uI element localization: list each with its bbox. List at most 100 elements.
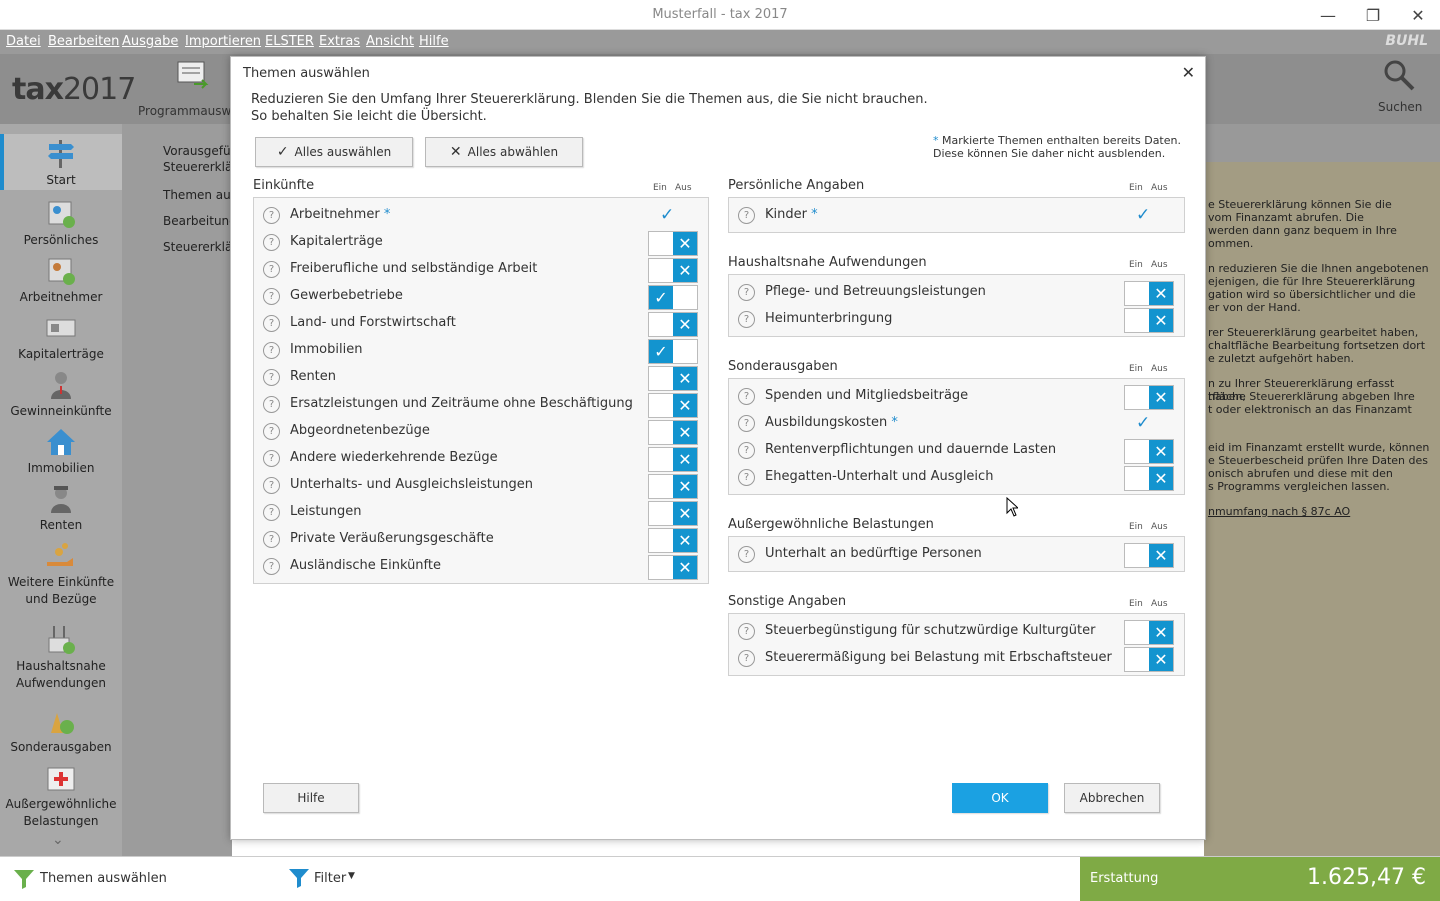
help-icon[interactable]: ? xyxy=(263,288,280,305)
help-icon[interactable]: ? xyxy=(738,388,755,405)
menu-elster[interactable]: ELSTER xyxy=(265,34,314,49)
ein-aus-toggle[interactable]: ✕ xyxy=(1124,308,1174,333)
ein-aus-toggle[interactable]: ✕ xyxy=(648,258,698,283)
toggle-on-half[interactable] xyxy=(649,394,673,417)
menu-hilfe[interactable]: Hilfe xyxy=(419,34,449,49)
ein-aus-toggle[interactable]: ✕ xyxy=(1124,281,1174,306)
sidebar-item-weitere[interactable]: Weitere Einkünfte und Bezüge xyxy=(0,540,122,608)
ein-aus-toggle[interactable]: ✕ xyxy=(648,393,698,418)
menu-bearbeiten[interactable]: Bearbeiten xyxy=(48,34,119,49)
help-icon[interactable]: ? xyxy=(738,546,755,563)
sidebar-item-renten[interactable]: Renten xyxy=(0,483,122,534)
toggle-on-half[interactable] xyxy=(1125,621,1149,644)
program-button[interactable]: Programmausw xyxy=(138,58,234,120)
help-icon[interactable]: ? xyxy=(263,477,280,494)
ein-aus-toggle[interactable]: ✕ xyxy=(1124,647,1174,672)
help-icon[interactable]: ? xyxy=(738,442,755,459)
toggle-on-half[interactable] xyxy=(1125,282,1149,305)
check-icon[interactable]: ✓ xyxy=(649,340,673,363)
x-icon[interactable]: ✕ xyxy=(673,529,697,552)
x-icon[interactable]: ✕ xyxy=(673,313,697,336)
sidebar-item-kapitalertraege[interactable]: Kapitalerträge xyxy=(0,312,122,363)
menu-datei[interactable]: Datei xyxy=(6,34,41,49)
sidebar-item-aussergewoehnliche[interactable]: Außergewöhnliche Belastungen xyxy=(0,762,122,830)
restore-button[interactable]: ❐ xyxy=(1350,0,1396,30)
help-icon[interactable]: ? xyxy=(738,311,755,328)
ein-aus-toggle[interactable]: ✕ xyxy=(1124,543,1174,568)
sidebar-item-haushaltsnahe[interactable]: Haushaltsnahe Aufwendungen xyxy=(0,624,122,692)
help-icon[interactable]: ? xyxy=(263,261,280,278)
filter-button[interactable]: Filter xyxy=(314,871,346,886)
help-icon[interactable]: ? xyxy=(263,342,280,359)
sidebar-item-gewinneinkuenfte[interactable]: Gewinneinkünfte xyxy=(0,369,122,420)
toggle-on-half[interactable] xyxy=(649,502,673,525)
close-window-button[interactable]: ✕ xyxy=(1395,0,1440,30)
toggle-on-half[interactable] xyxy=(649,556,673,579)
x-icon[interactable]: ✕ xyxy=(1149,386,1173,409)
panel-item-vorausgefuellt[interactable]: Vorausgefü xyxy=(163,144,231,158)
toggle-on-half[interactable] xyxy=(649,448,673,471)
deselect-all-button[interactable]: ✕ Alles abwählen xyxy=(425,137,583,167)
x-icon[interactable]: ✕ xyxy=(673,448,697,471)
menu-importieren[interactable]: Importieren xyxy=(185,34,261,49)
ein-aus-toggle[interactable]: ✕ xyxy=(648,528,698,553)
toggle-on-half[interactable] xyxy=(649,529,673,552)
ein-aus-toggle[interactable]: ✕ xyxy=(1124,385,1174,410)
x-icon[interactable]: ✕ xyxy=(673,421,697,444)
ein-aus-toggle[interactable]: ✕ xyxy=(648,447,698,472)
chevron-down-icon[interactable]: ⌄ xyxy=(52,832,64,848)
themen-button[interactable]: Themen auswählen xyxy=(40,871,167,886)
toggle-on-half[interactable] xyxy=(1125,440,1149,463)
sidebar-item-arbeitnehmer[interactable]: Arbeitnehmer xyxy=(0,255,122,306)
sidebar-item-immobilien[interactable]: Immobilien xyxy=(0,426,122,477)
toggle-on-half[interactable] xyxy=(1125,386,1149,409)
ein-aus-toggle[interactable]: ✕ xyxy=(1124,466,1174,491)
x-icon[interactable]: ✕ xyxy=(673,502,697,525)
help-icon[interactable]: ? xyxy=(263,369,280,386)
sidebar-item-persoenliches[interactable]: Persönliches xyxy=(0,198,122,249)
x-icon[interactable]: ✕ xyxy=(1149,467,1173,490)
x-icon[interactable]: ✕ xyxy=(673,556,697,579)
sidebar-item-start[interactable]: Start xyxy=(0,134,122,190)
help-icon[interactable]: ? xyxy=(738,415,755,432)
help-icon[interactable]: ? xyxy=(263,396,280,413)
toggle-on-half[interactable] xyxy=(1125,544,1149,567)
x-icon[interactable]: ✕ xyxy=(673,232,697,255)
search-button[interactable]: Suchen xyxy=(1372,54,1428,120)
x-icon[interactable]: ✕ xyxy=(1149,621,1173,644)
x-icon[interactable]: ✕ xyxy=(673,367,697,390)
x-icon[interactable]: ✕ xyxy=(673,394,697,417)
x-icon[interactable]: ✕ xyxy=(1149,440,1173,463)
ein-aus-toggle[interactable]: ✓ xyxy=(648,339,698,364)
ein-aus-toggle[interactable]: ✕ xyxy=(648,231,698,256)
help-icon[interactable]: ? xyxy=(738,650,755,667)
help-icon[interactable]: ? xyxy=(263,315,280,332)
select-all-button[interactable]: ✓ Alles auswählen xyxy=(255,137,413,167)
x-icon[interactable]: ✕ xyxy=(1149,648,1173,671)
toggle-on-half[interactable] xyxy=(649,421,673,444)
ein-aus-toggle[interactable]: ✕ xyxy=(648,555,698,580)
menu-ansicht[interactable]: Ansicht xyxy=(366,34,414,49)
ok-button[interactable]: OK xyxy=(952,783,1048,813)
help-icon[interactable]: ? xyxy=(263,234,280,251)
sidebar-item-sonderausgaben[interactable]: Sonderausgaben xyxy=(0,705,122,756)
menu-ausgabe[interactable]: Ausgabe xyxy=(122,34,178,49)
toggle-on-half[interactable] xyxy=(1125,467,1149,490)
help-icon[interactable]: ? xyxy=(263,504,280,521)
help-icon[interactable]: ? xyxy=(738,623,755,640)
toggle-on-half[interactable] xyxy=(1125,309,1149,332)
ein-aus-toggle[interactable]: ✕ xyxy=(648,312,698,337)
help-icon[interactable]: ? xyxy=(263,450,280,467)
toggle-on-half[interactable] xyxy=(649,475,673,498)
ein-aus-toggle[interactable]: ✕ xyxy=(648,420,698,445)
help-button[interactable]: Hilfe xyxy=(263,783,359,813)
toggle-on-half[interactable] xyxy=(649,232,673,255)
panel-item-abgeben[interactable]: Steuererklä xyxy=(163,240,232,254)
menu-extras[interactable]: Extras xyxy=(319,34,360,49)
x-icon[interactable]: ✕ xyxy=(1149,282,1173,305)
x-icon[interactable]: ✕ xyxy=(673,259,697,282)
info-link[interactable]: nmumfang nach § 87c AO xyxy=(1208,505,1432,518)
help-icon[interactable]: ? xyxy=(263,207,280,224)
help-icon[interactable]: ? xyxy=(738,284,755,301)
dialog-close-button[interactable]: ✕ xyxy=(1182,63,1195,82)
